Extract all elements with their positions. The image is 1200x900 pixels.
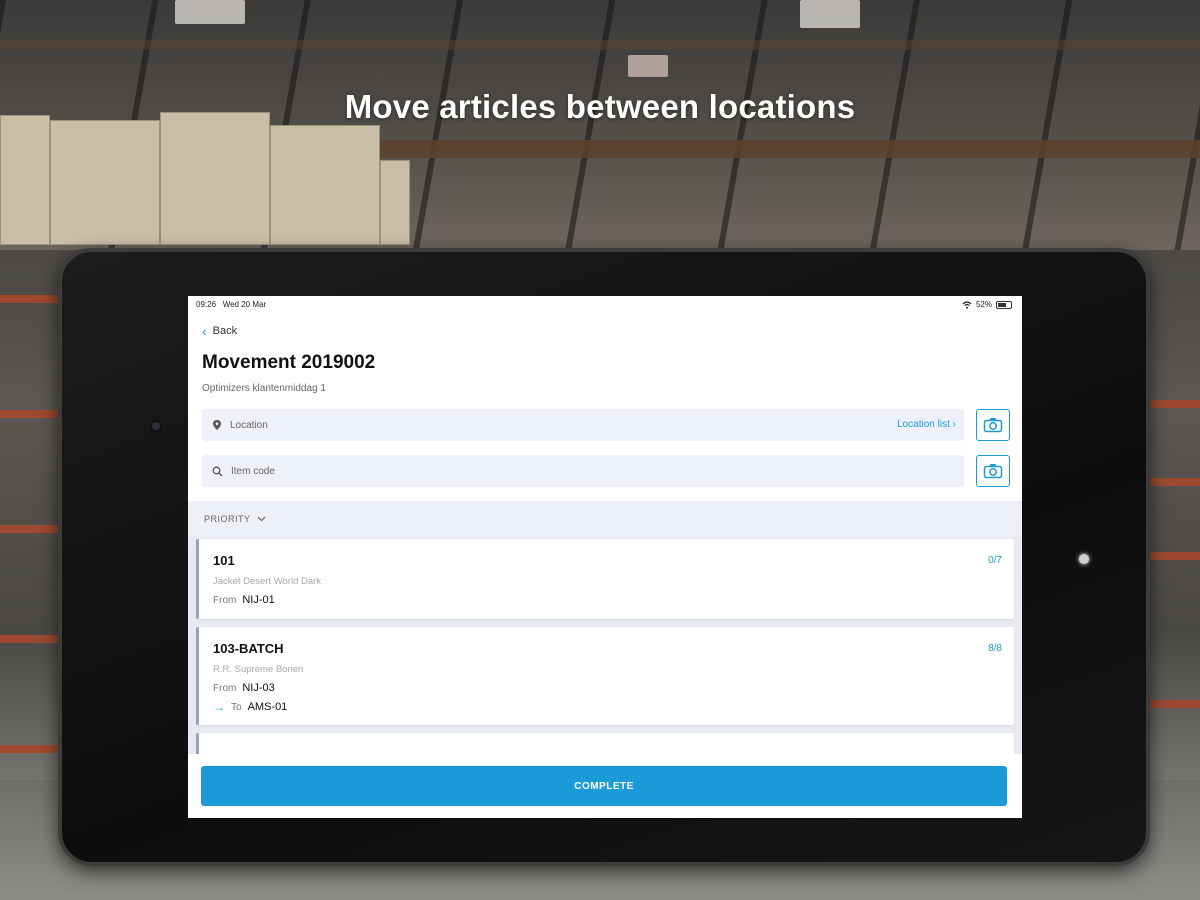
ceiling-lamp bbox=[175, 0, 245, 24]
shelf bbox=[0, 295, 60, 303]
shelf bbox=[1150, 478, 1200, 486]
stacked-boxes bbox=[0, 115, 50, 245]
stacked-boxes bbox=[380, 160, 410, 245]
app-screen: 09:26 Wed 20 Mar 52% ‹ Back Movement 201… bbox=[188, 296, 1022, 818]
chevron-left-icon: ‹ bbox=[202, 323, 207, 339]
sensor-light bbox=[1079, 554, 1089, 564]
item-count: 0/7 bbox=[988, 555, 1002, 566]
shelf bbox=[0, 525, 60, 533]
location-pin-icon bbox=[213, 420, 221, 430]
item-code: 103-BATCH bbox=[213, 641, 284, 656]
front-camera bbox=[150, 420, 162, 432]
from-row: From NIJ-01 bbox=[213, 594, 275, 606]
stacked-boxes bbox=[50, 120, 160, 245]
sort-label: PRIORITY bbox=[204, 514, 251, 524]
shelf bbox=[1150, 400, 1200, 408]
list-item[interactable]: 101 Jacket Desert World Dark 0/7 From NI… bbox=[196, 539, 1014, 619]
status-indicators: 52% bbox=[962, 300, 1012, 309]
to-row: → To AMS-01 bbox=[213, 700, 287, 714]
battery-icon bbox=[996, 300, 1012, 309]
arrow-right-icon: → bbox=[213, 700, 225, 714]
chevron-right-icon: › bbox=[952, 419, 956, 430]
scan-item-button[interactable] bbox=[976, 455, 1010, 487]
camera-icon bbox=[983, 418, 1003, 433]
ceiling-beam bbox=[380, 140, 1200, 158]
to-label: To bbox=[231, 701, 242, 713]
status-time: 09:26 Wed 20 Mar bbox=[196, 300, 266, 309]
status-date: Wed 20 Mar bbox=[222, 300, 267, 309]
page-subtitle: Optimizers klantenmiddag 1 bbox=[202, 383, 326, 394]
ceiling-beam bbox=[0, 40, 1200, 50]
search-icon bbox=[212, 466, 223, 476]
shelf bbox=[0, 635, 60, 643]
battery-percent: 52% bbox=[975, 300, 992, 309]
item-count: 8/8 bbox=[988, 643, 1002, 654]
from-location: NIJ-01 bbox=[242, 594, 275, 606]
from-label: From bbox=[213, 594, 237, 606]
shelf bbox=[1150, 700, 1200, 708]
list-item[interactable]: 103-BATCH R.R. Supreme Bonen 8/8 From NI… bbox=[196, 627, 1014, 725]
shelf bbox=[0, 745, 60, 753]
headline: Move articles between locations bbox=[344, 88, 856, 125]
sort-dropdown[interactable]: PRIORITY bbox=[188, 501, 1022, 537]
shelf bbox=[1150, 552, 1200, 560]
item-description: Jacket Desert World Dark bbox=[213, 576, 322, 587]
back-label: Back bbox=[212, 325, 238, 337]
movement-list: 101 Jacket Desert World Dark 0/7 From NI… bbox=[188, 537, 1022, 773]
item-code-placeholder: Item code bbox=[231, 465, 275, 477]
stacked-boxes bbox=[270, 125, 380, 245]
complete-button[interactable]: COMPLETE bbox=[201, 766, 1007, 806]
location-list-link[interactable]: Location list › bbox=[897, 419, 956, 430]
ceiling-lamp bbox=[628, 55, 668, 77]
page-title: Movement 2019002 bbox=[202, 352, 376, 373]
shelf bbox=[0, 410, 60, 418]
from-row: From NIJ-03 bbox=[213, 682, 275, 694]
location-placeholder: Location bbox=[230, 419, 268, 431]
item-code: 101 bbox=[213, 553, 235, 568]
back-button[interactable]: ‹ Back bbox=[202, 324, 237, 338]
chevron-down-icon bbox=[257, 516, 265, 522]
stacked-boxes bbox=[160, 112, 270, 245]
location-input[interactable]: Location Location list › bbox=[202, 409, 964, 441]
from-location: NIJ-03 bbox=[242, 682, 275, 694]
scan-location-button[interactable] bbox=[976, 409, 1010, 441]
ceiling-lamp bbox=[800, 0, 860, 28]
to-location: AMS-01 bbox=[247, 701, 288, 713]
wifi-icon bbox=[962, 300, 972, 309]
from-label: From bbox=[213, 682, 237, 694]
location-list-label: Location list bbox=[897, 419, 950, 430]
status-bar: 09:26 Wed 20 Mar 52% bbox=[188, 296, 1022, 312]
camera-icon bbox=[983, 464, 1003, 479]
item-code-input[interactable]: Item code bbox=[202, 455, 964, 487]
item-description: R.R. Supreme Bonen bbox=[213, 664, 304, 675]
status-clock: 09:26 bbox=[196, 300, 217, 309]
